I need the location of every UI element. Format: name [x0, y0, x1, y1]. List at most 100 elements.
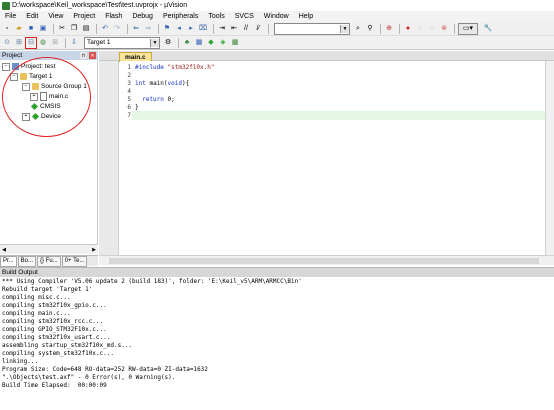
nav-forward-icon[interactable]: ⇒ — [143, 24, 153, 34]
code-line: } — [135, 104, 139, 111]
toolbar-separator — [380, 23, 381, 34]
window-layout-icon[interactable]: ▭▾ — [458, 22, 478, 35]
file-toolbar: ▫ ▰ ■ ▣ ✂ ❐ ▤ ↶ ↷ ⇐ ⇒ ⚑ ◂ ▸ ⌧ ⇥ ⇤ // /⁄ … — [0, 22, 554, 36]
debug-session-icon[interactable]: ⊕ — [384, 24, 394, 34]
build-output-title: Build Output — [2, 269, 38, 276]
nav-back-icon[interactable]: ⇐ — [131, 24, 141, 34]
editor-vertical-scrollbar[interactable] — [545, 61, 554, 255]
close-icon[interactable]: ✕ — [89, 52, 96, 59]
highlight-circle — [2, 57, 91, 137]
manage-project-icon[interactable]: ♣ — [182, 38, 192, 48]
target-select[interactable]: Target 1 ▼ — [84, 36, 160, 49]
uncomment-icon[interactable]: /⁄ — [253, 24, 263, 34]
manage-components-icon[interactable]: ▩ — [230, 38, 240, 48]
scroll-right-icon[interactable]: ▶ — [90, 246, 98, 254]
tab-functions[interactable]: {} Fu... — [37, 255, 61, 267]
copy-icon[interactable]: ❐ — [69, 24, 79, 34]
chevron-down-icon[interactable]: ▼ — [340, 24, 349, 33]
tab-books[interactable]: Bo... — [17, 255, 37, 267]
menu-svcs[interactable]: SVCS — [230, 13, 259, 20]
menu-peripherals[interactable]: Peripherals — [158, 13, 203, 20]
chevron-down-icon[interactable]: ▼ — [150, 38, 159, 47]
find-in-files-icon[interactable]: ⌕ — [353, 24, 363, 34]
line-number: 4 — [127, 88, 131, 95]
line-number: 3 — [127, 80, 131, 87]
bookmark-icon[interactable]: ⚑ — [162, 24, 172, 34]
line-number: 2 — [127, 72, 131, 79]
code-token: 0; — [167, 96, 175, 103]
code-token: ){ — [181, 80, 190, 87]
new-file-icon[interactable]: ▫ — [2, 24, 12, 34]
project-scrollbar[interactable]: ◀ ▶ — [0, 244, 98, 254]
menu-tools[interactable]: Tools — [203, 13, 229, 20]
open-file-icon[interactable]: ▰ — [14, 24, 24, 34]
paste-icon[interactable]: ▤ — [81, 24, 91, 34]
translate-icon[interactable]: ⊙ — [2, 38, 12, 48]
code-token: int — [135, 80, 150, 87]
menu-view[interactable]: View — [43, 13, 68, 20]
toolbar-separator — [178, 37, 179, 48]
menu-help[interactable]: Help — [294, 13, 318, 20]
build-icon[interactable]: ⊞ — [14, 38, 24, 48]
indent-icon[interactable]: ⇥ — [217, 24, 227, 34]
scroll-left-icon[interactable]: ◀ — [0, 246, 8, 254]
toolbar-separator — [65, 37, 66, 48]
build-toolbar: ⊙ ⊞ ⊟ ◍ ⊠ ⇩ Target 1 ▼ ⚙ ♣ ▦ ◆ ◈ ▩ — [0, 36, 554, 50]
cut-icon[interactable]: ✂ — [57, 24, 67, 34]
pin-icon[interactable]: ⊓ — [80, 52, 87, 59]
redo-icon[interactable]: ↷ — [112, 24, 122, 34]
breakpoint-clear-icon[interactable]: ○ — [427, 24, 437, 34]
line-number: 1 — [127, 64, 131, 71]
output-line: compiling stm32f10x_gpio.c... — [2, 302, 107, 309]
batch-build-icon[interactable]: ◍ — [38, 38, 48, 48]
title-bar: D:\workspace\Keil_workspace\Test\test.uv… — [0, 0, 554, 11]
code-token: return — [135, 96, 168, 103]
scroll-thumb[interactable] — [109, 258, 539, 264]
menu-edit[interactable]: Edit — [21, 13, 43, 20]
menu-project[interactable]: Project — [68, 13, 100, 20]
menu-debug[interactable]: Debug — [127, 13, 158, 20]
code-token: void — [167, 80, 182, 87]
menu-flash[interactable]: Flash — [100, 13, 127, 20]
download-icon[interactable]: ⇩ — [69, 38, 79, 48]
toolbar-separator — [96, 23, 97, 34]
bookmark-clear-icon[interactable]: ⌧ — [198, 24, 208, 34]
pack-installer-icon[interactable]: ◆ — [206, 38, 216, 48]
tab-templates[interactable]: 0+ Te... — [61, 255, 88, 267]
save-icon[interactable]: ■ — [26, 24, 36, 34]
rebuild-icon[interactable]: ⊟ — [25, 36, 37, 49]
project-pane-tabs: Pr... Bo... {} Fu... 0+ Te... — [0, 255, 98, 267]
toolbar-separator — [399, 23, 400, 34]
menu-file[interactable]: File — [0, 13, 21, 20]
menu-window[interactable]: Window — [259, 13, 294, 20]
code-line: int main(void){ — [135, 80, 189, 87]
bookmark-next-icon[interactable]: ▸ — [186, 24, 196, 34]
breakpoint-icon[interactable]: ● — [403, 24, 413, 34]
stop-build-icon[interactable]: ⊠ — [50, 38, 60, 48]
incremental-find-icon[interactable]: ⚲ — [365, 24, 375, 34]
output-line: compiling GPIO_STM32F10x.c... — [2, 326, 107, 333]
current-line-highlight — [132, 111, 545, 120]
output-line: assembling startup_stm32f10x_md.s... — [2, 342, 133, 349]
code-token: } — [135, 104, 139, 111]
output-line: Rebuild target 'Target 1' — [2, 286, 93, 293]
comment-icon[interactable]: // — [241, 24, 251, 34]
undo-icon[interactable]: ↶ — [100, 24, 110, 34]
breakpoint-kill-icon[interactable]: ⊗ — [439, 24, 449, 34]
editor-horizontal-scrollbar[interactable] — [99, 255, 554, 265]
find-combo[interactable]: ▼ — [274, 22, 350, 35]
target-options-icon[interactable]: ⚙ — [163, 38, 173, 48]
code-editor[interactable] — [120, 61, 545, 255]
collapse-icon[interactable]: − — [2, 62, 10, 71]
code-line: return 0; — [135, 96, 175, 103]
tab-project[interactable]: Pr... — [0, 255, 17, 267]
bookmark-prev-icon[interactable]: ◂ — [174, 24, 184, 34]
toolbar-separator — [213, 23, 214, 34]
unindent-icon[interactable]: ⇤ — [229, 24, 239, 34]
save-all-icon[interactable]: ▣ — [38, 24, 48, 34]
breakpoint-disable-icon[interactable]: ○ — [415, 24, 425, 34]
configure-icon[interactable]: 🔧 — [483, 24, 493, 34]
select-packs-icon[interactable]: ◈ — [218, 38, 228, 48]
run-time-env-icon[interactable]: ▦ — [194, 38, 204, 48]
toolbar-separator — [268, 23, 269, 34]
